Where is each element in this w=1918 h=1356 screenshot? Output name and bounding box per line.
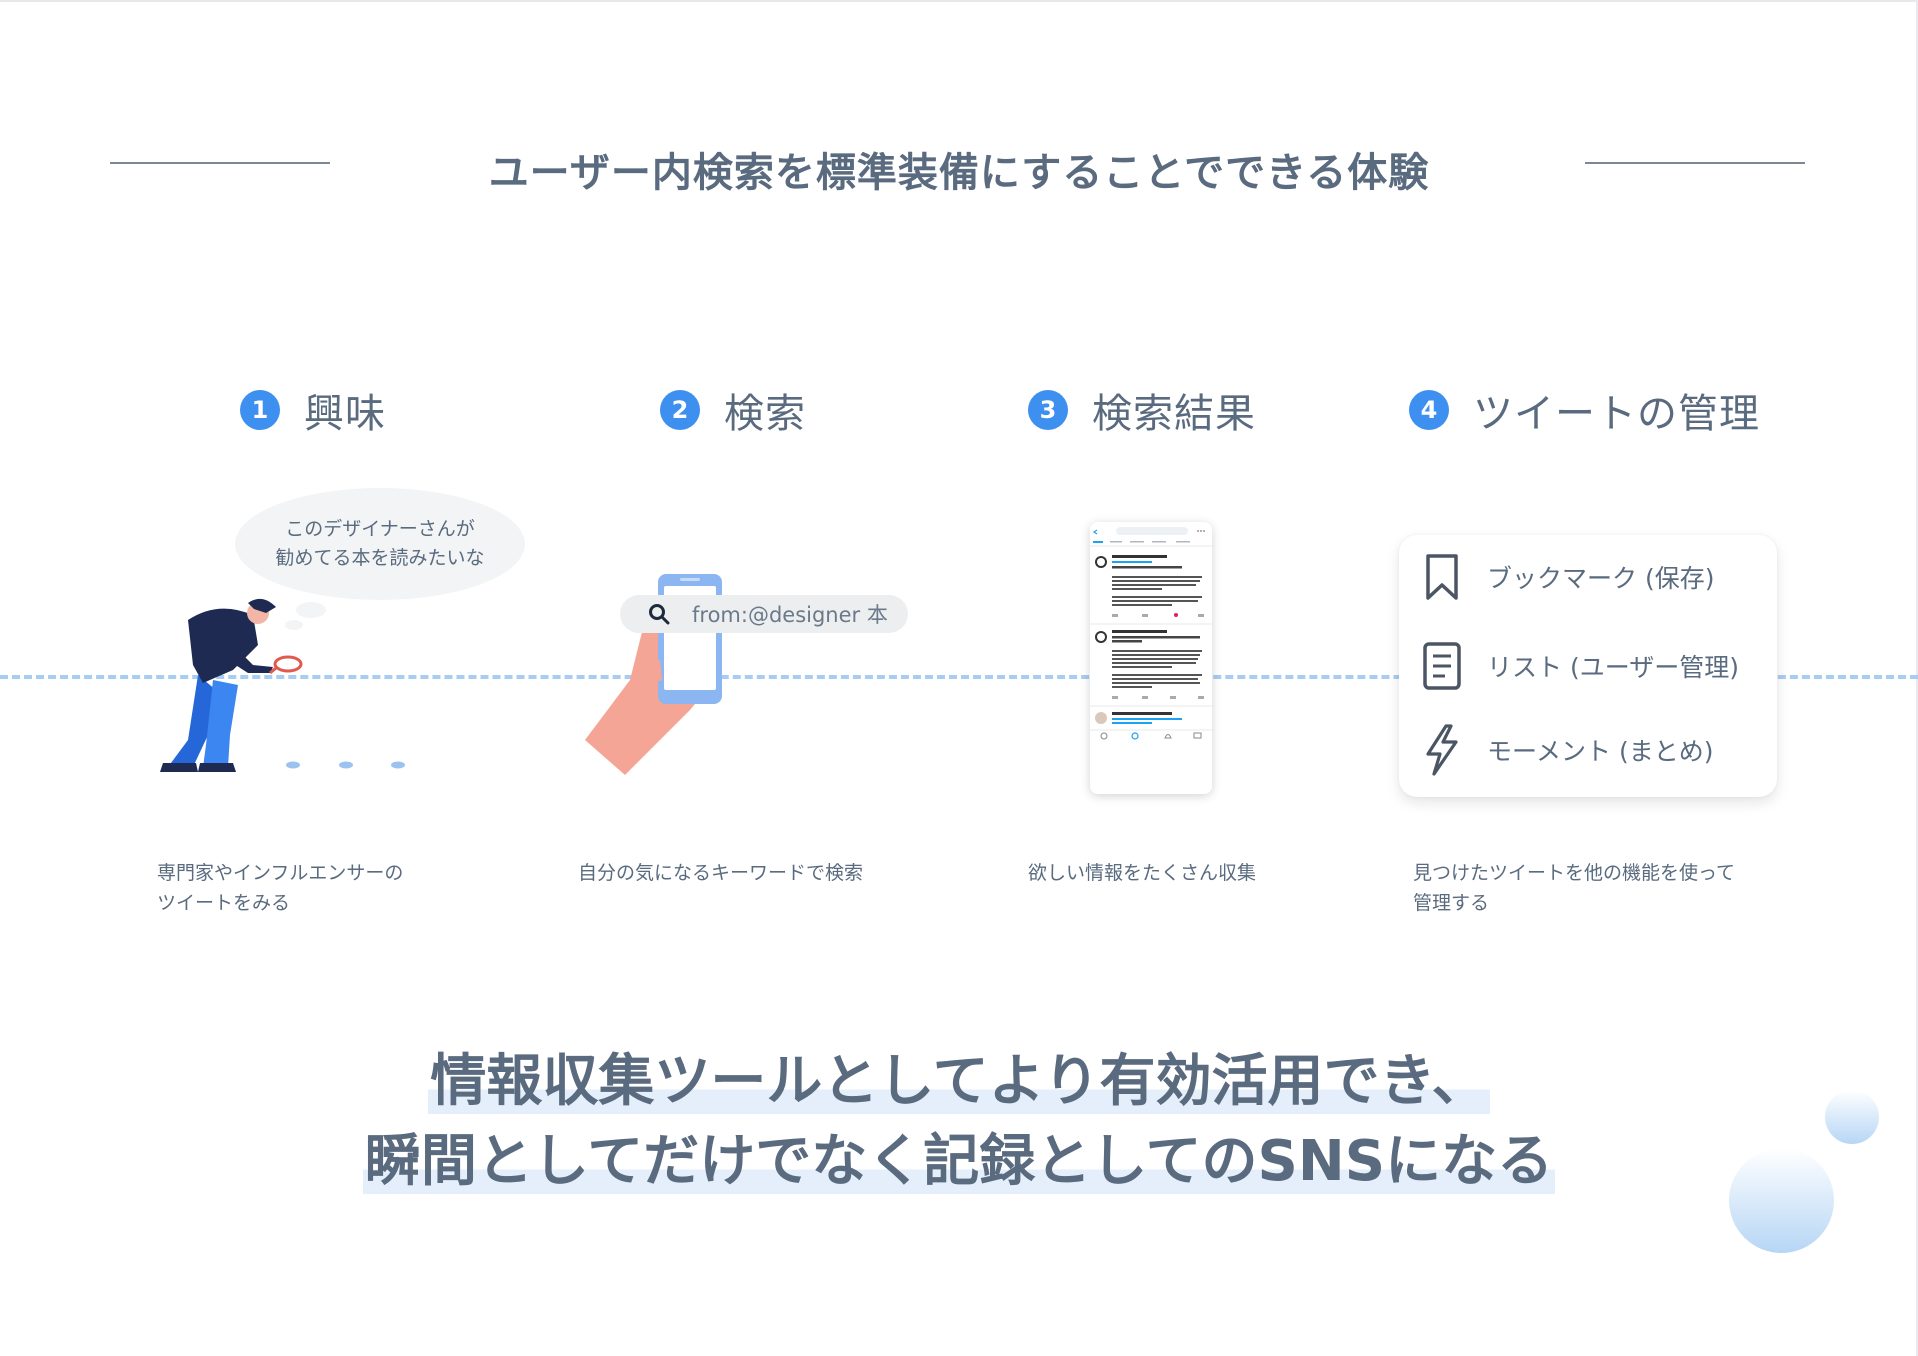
step-1-heading: 1 興味 [240,380,386,440]
list-icon [1423,640,1461,692]
step-2-title: 検索 [724,391,806,437]
step-3-description: 欲しい情報をたくさん収集 [1028,858,1256,888]
search-icon [648,603,670,625]
step-2-desc-line-1: 自分の気になるキーワードで検索 [578,862,864,884]
step-4-description: 見つけたツイートを他の機能を使って 管理する [1413,858,1735,918]
step-3-desc-line-1: 欲しい情報をたくさん収集 [1028,862,1257,884]
person-with-magnifier-illustration [160,598,405,772]
decorative-circle-small [1825,1090,1879,1144]
conclusion: 情報収集ツールとしてより有効活用でき、 瞬間としてだけでなく記録としてのSNSに… [0,1042,1918,1202]
thought-bubble-line-2: 勧めてる本を読みたいな [275,547,485,569]
step-2-heading: 2 検索 [660,380,806,440]
bookmark-label: ブックマーク (保存) [1487,564,1715,593]
step-3-number: 3 [1028,390,1068,430]
conclusion-line-2: 瞬間としてだけでなく記録としてのSNSになる [362,1129,1556,1194]
thought-bubble-line-1: このデザイナーさんが [285,518,475,540]
title-rule-right [1585,162,1805,164]
step-2-description: 自分の気になるキーワードで検索 [578,858,863,888]
tweet-management-card: ブックマーク (保存) リスト (ユーザー管理) モーメント (まとめ) [1399,535,1777,797]
thought-bubble: このデザイナーさんが 勧めてる本を読みたいな [235,488,525,600]
search-bar: from:@designer 本 [620,595,908,633]
moment-label: モーメント (まとめ) [1487,737,1714,766]
list-label: リスト (ユーザー管理) [1487,653,1739,682]
search-query-text: from:@designer 本 [692,603,888,627]
conclusion-line-1: 情報収集ツールとしてより有効活用でき、 [428,1049,1490,1114]
step-4-desc-line-1: 見つけたツイートを他の機能を使って [1413,862,1736,884]
step-4-heading: 4 ツイートの管理 [1409,380,1760,440]
search-results-screenshot [1090,522,1212,794]
moment-item[interactable]: モーメント (まとめ) [1423,721,1713,779]
decorative-circle-large [1729,1148,1834,1253]
bookmark-icon [1423,551,1461,603]
bookmark-item[interactable]: ブックマーク (保存) [1423,548,1714,606]
list-item[interactable]: リスト (ユーザー管理) [1423,637,1739,695]
step-1-desc-line-2: ツイートをみる [157,892,291,914]
step-3-heading: 3 検索結果 [1028,380,1256,440]
step-1-number: 1 [240,390,280,430]
step-2-number: 2 [660,390,700,430]
step-1-title: 興味 [304,391,386,437]
step-1-description: 専門家やインフルエンサーの ツイートをみる [157,858,403,918]
lightning-icon [1423,724,1461,776]
section-title: ユーザー内検索を標準装備にすることでできる体験 [488,150,1430,196]
step-4-title: ツイートの管理 [1473,391,1760,437]
top-border [0,0,1918,2]
step-3-title: 検索結果 [1092,391,1256,437]
step-4-number: 4 [1409,390,1449,430]
step-4-desc-line-2: 管理する [1413,892,1490,914]
step-1-desc-line-1: 専門家やインフルエンサーの [157,862,404,884]
